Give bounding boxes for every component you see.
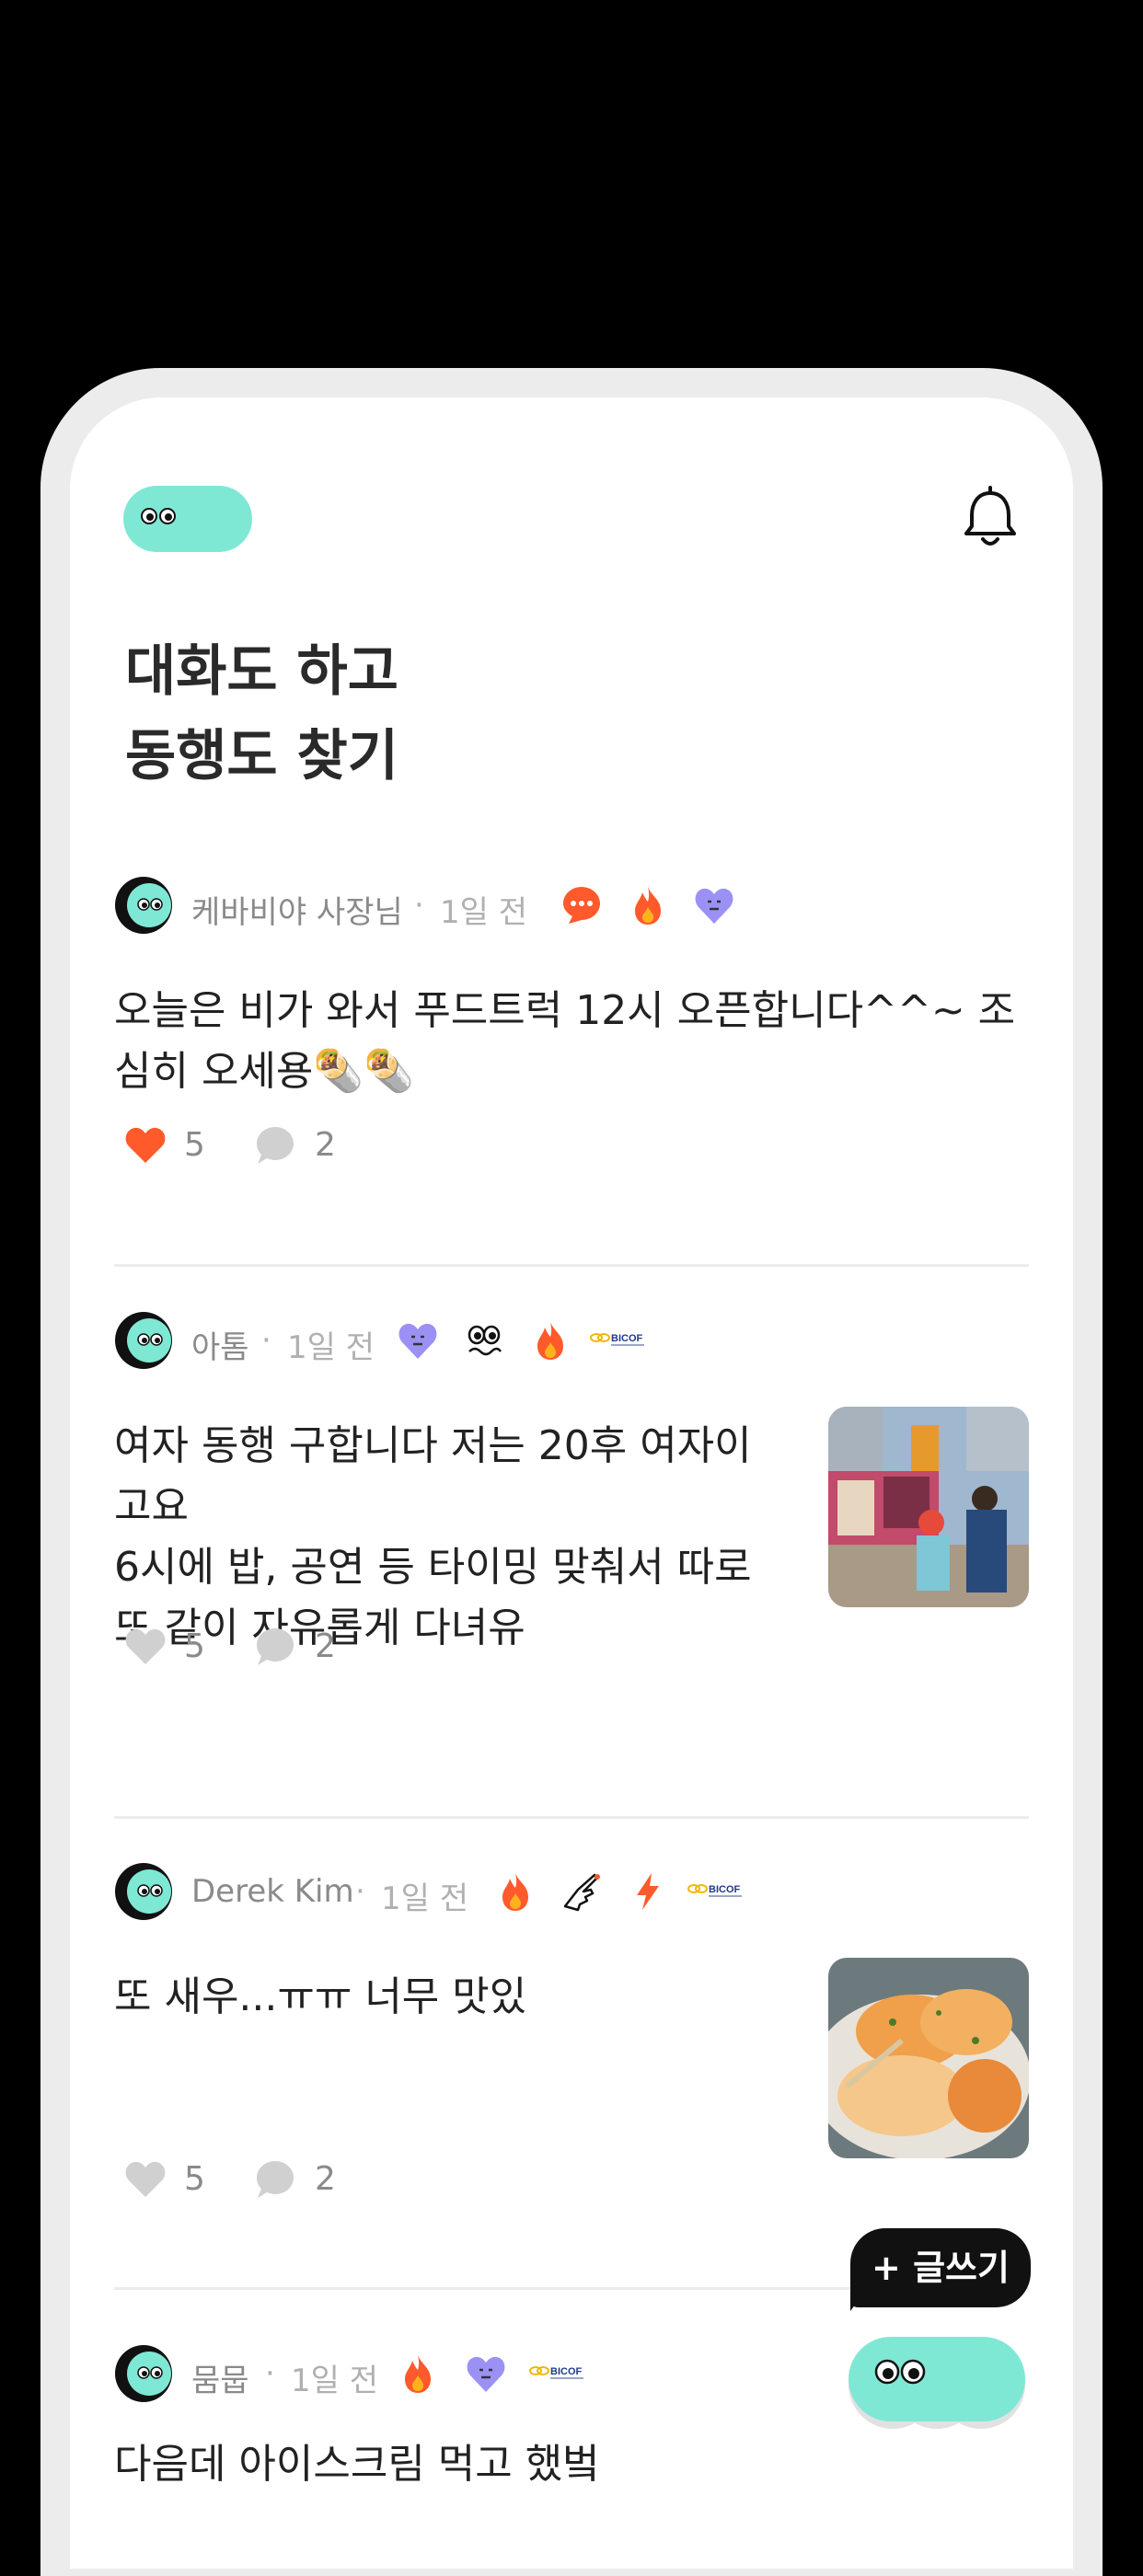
post-divider xyxy=(114,1264,1029,1267)
meta-separator: · xyxy=(414,887,424,924)
post-actions: 5 2 xyxy=(123,2155,399,2206)
post-header: 아톰 · 1일 전 BICOF xyxy=(114,1311,1029,1370)
purple-heart-badge-icon xyxy=(464,2352,508,2399)
post-thumbnail-festival-street-photo[interactable] xyxy=(828,1407,1029,1607)
post-time: 1일 전 xyxy=(440,894,527,931)
like-count: 5 xyxy=(184,2160,205,2198)
heart-outline-icon[interactable] xyxy=(123,1626,167,1670)
post-text: 또 새우...ㅠㅠ 너무 맛있 xyxy=(114,1973,527,2020)
bicof-badge-icon: BICOF xyxy=(687,1879,745,1906)
bicof-badge-text: BICOF xyxy=(611,1333,643,1344)
chat-bubble-badge-icon xyxy=(560,883,604,931)
comment-icon[interactable] xyxy=(254,1124,296,1170)
post-author[interactable]: Derek Kim xyxy=(191,1873,354,1910)
bicof-badge-icon: BICOF xyxy=(528,2361,587,2388)
bicof-badge-text: BICOF xyxy=(709,1884,741,1895)
app-logo[interactable] xyxy=(123,484,252,558)
post-author[interactable]: 아톰 xyxy=(191,1322,249,1367)
comment-count: 2 xyxy=(315,1126,336,1164)
post-divider xyxy=(114,1816,1029,1819)
post-actions: 5 2 xyxy=(123,1121,399,1172)
post-author[interactable]: 뭄뭅 xyxy=(191,2355,249,2400)
bicof-badge-text: BICOF xyxy=(550,2366,583,2377)
post-time: 1일 전 xyxy=(291,2363,378,2399)
post-time: 1일 전 xyxy=(381,1880,468,1917)
comment-count: 2 xyxy=(315,1627,336,1665)
fire-badge-icon xyxy=(396,2352,440,2399)
post-author[interactable]: 케바비야 사장님 xyxy=(191,887,403,932)
post-header: Derek Kim · 1일 전 BICOF xyxy=(114,1862,1029,1921)
post-thumbnail-grilled-shrimp-photo[interactable] xyxy=(828,1958,1029,2158)
pointing-hand-badge-icon xyxy=(560,1869,604,1917)
avatar[interactable] xyxy=(114,1862,173,1925)
notification-bell-icon[interactable] xyxy=(961,486,1020,554)
post-actions: 5 2 xyxy=(123,1622,399,1673)
post-card[interactable]: 케바비야 사장님 · 1일 전 오늘은 비가 와서 푸드트럭 12시 오픈합니다… xyxy=(114,876,1029,1164)
bicof-badge-icon: BICOF xyxy=(589,1328,648,1355)
avatar[interactable] xyxy=(114,876,173,938)
post-header: 케바비야 사장님 · 1일 전 xyxy=(114,876,1029,935)
write-post-button[interactable] xyxy=(845,2329,1029,2434)
post-text: 오늘은 비가 와서 푸드트럭 12시 오픈합니다^^~ 조심히 오세용🌯🌯 xyxy=(114,987,1016,1095)
headline-line-1: 대화도 하고 xyxy=(125,639,398,704)
post-card[interactable]: 아톰 · 1일 전 BICOF 여자 동행 구합니다 저는 20후 여자이고요 … xyxy=(114,1311,1029,1679)
page-headline: 대화도 하고 동행도 찾기 xyxy=(125,629,398,799)
fire-badge-icon xyxy=(626,883,670,931)
eyes-badge-icon xyxy=(462,1318,506,1366)
like-count: 5 xyxy=(184,1126,205,1164)
comment-count: 2 xyxy=(315,2160,336,2198)
meta-separator: · xyxy=(261,1322,271,1359)
post-time: 1일 전 xyxy=(287,1329,375,1366)
comment-icon[interactable] xyxy=(254,1626,296,1672)
app-screen: 대화도 하고 동행도 찾기 케바비야 사장님 · 1일 전 오늘은 비가 와서 … xyxy=(70,397,1073,2569)
headline-line-2: 동행도 찾기 xyxy=(125,724,398,788)
avatar[interactable] xyxy=(114,2344,173,2407)
heart-outline-icon[interactable] xyxy=(123,2158,167,2202)
speech-tail xyxy=(850,2274,878,2315)
avatar[interactable] xyxy=(114,1311,173,1374)
purple-heart-badge-icon xyxy=(396,1318,440,1366)
post-card[interactable]: Derek Kim · 1일 전 BICOF 또 새우...ㅠㅠ 너무 맛있 5… xyxy=(114,1862,1029,2212)
lightning-badge-icon xyxy=(626,1869,670,1917)
fire-badge-icon xyxy=(493,1869,537,1917)
comment-icon[interactable] xyxy=(254,2158,296,2204)
meta-separator: · xyxy=(355,1873,365,1910)
heart-filled-icon[interactable] xyxy=(123,1124,167,1168)
post-text: 다음데 아이스크림 먹고 했벜 xyxy=(114,2441,600,2488)
like-count: 5 xyxy=(184,1627,205,1665)
fire-badge-icon xyxy=(528,1318,572,1366)
purple-heart-badge-icon xyxy=(692,883,736,931)
meta-separator: · xyxy=(265,2355,275,2392)
